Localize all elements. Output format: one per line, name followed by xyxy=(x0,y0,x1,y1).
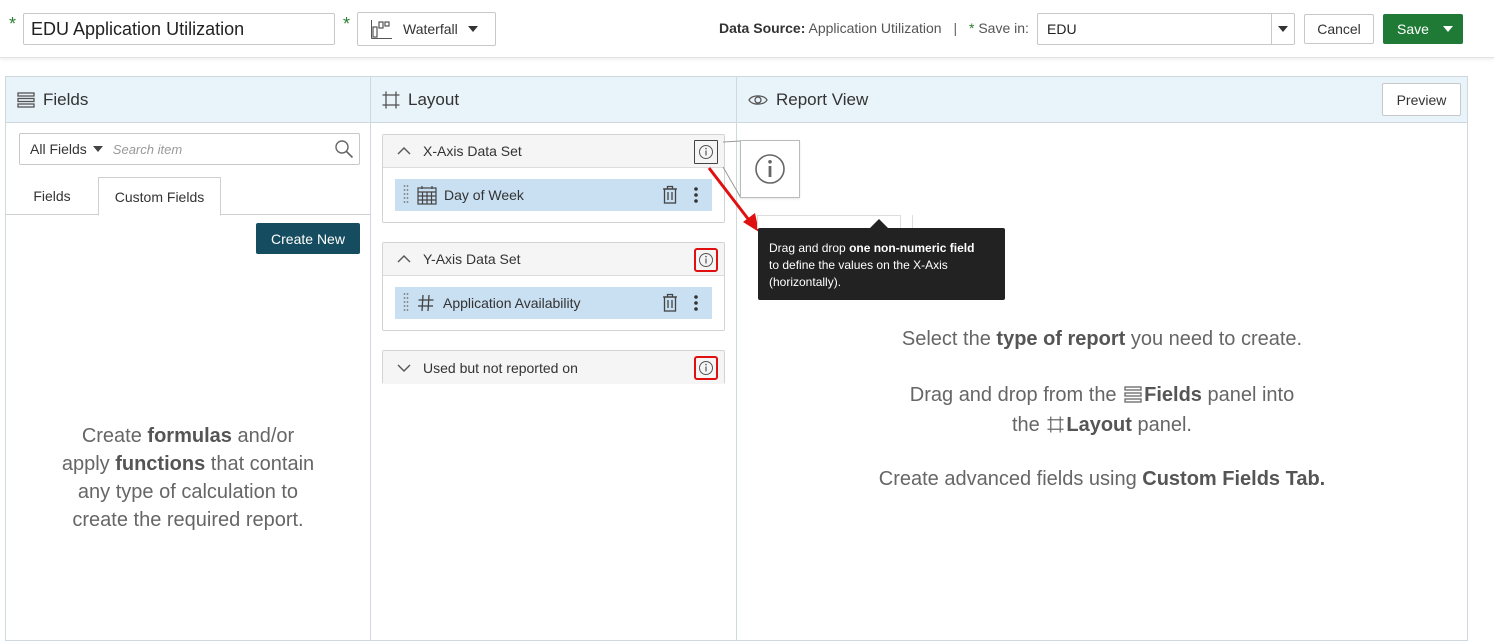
list-icon xyxy=(1124,383,1142,411)
tooltip-arrow xyxy=(870,219,888,228)
layout-frame-icon xyxy=(1047,413,1064,441)
x-axis-info-tooltip: Drag and drop one non-numeric field to d… xyxy=(758,219,1005,300)
report-type-hint: Select the type of report you need to cr… xyxy=(901,328,1303,350)
annotation-overlay xyxy=(707,140,759,232)
drag-drop-hint: Drag and drop from the Fields panel into… xyxy=(736,381,1468,441)
zoomed-info-icon xyxy=(740,140,800,198)
custom-fields-hint: Create advanced fields using Custom Fiel… xyxy=(878,468,1326,490)
info-icon xyxy=(755,154,785,184)
